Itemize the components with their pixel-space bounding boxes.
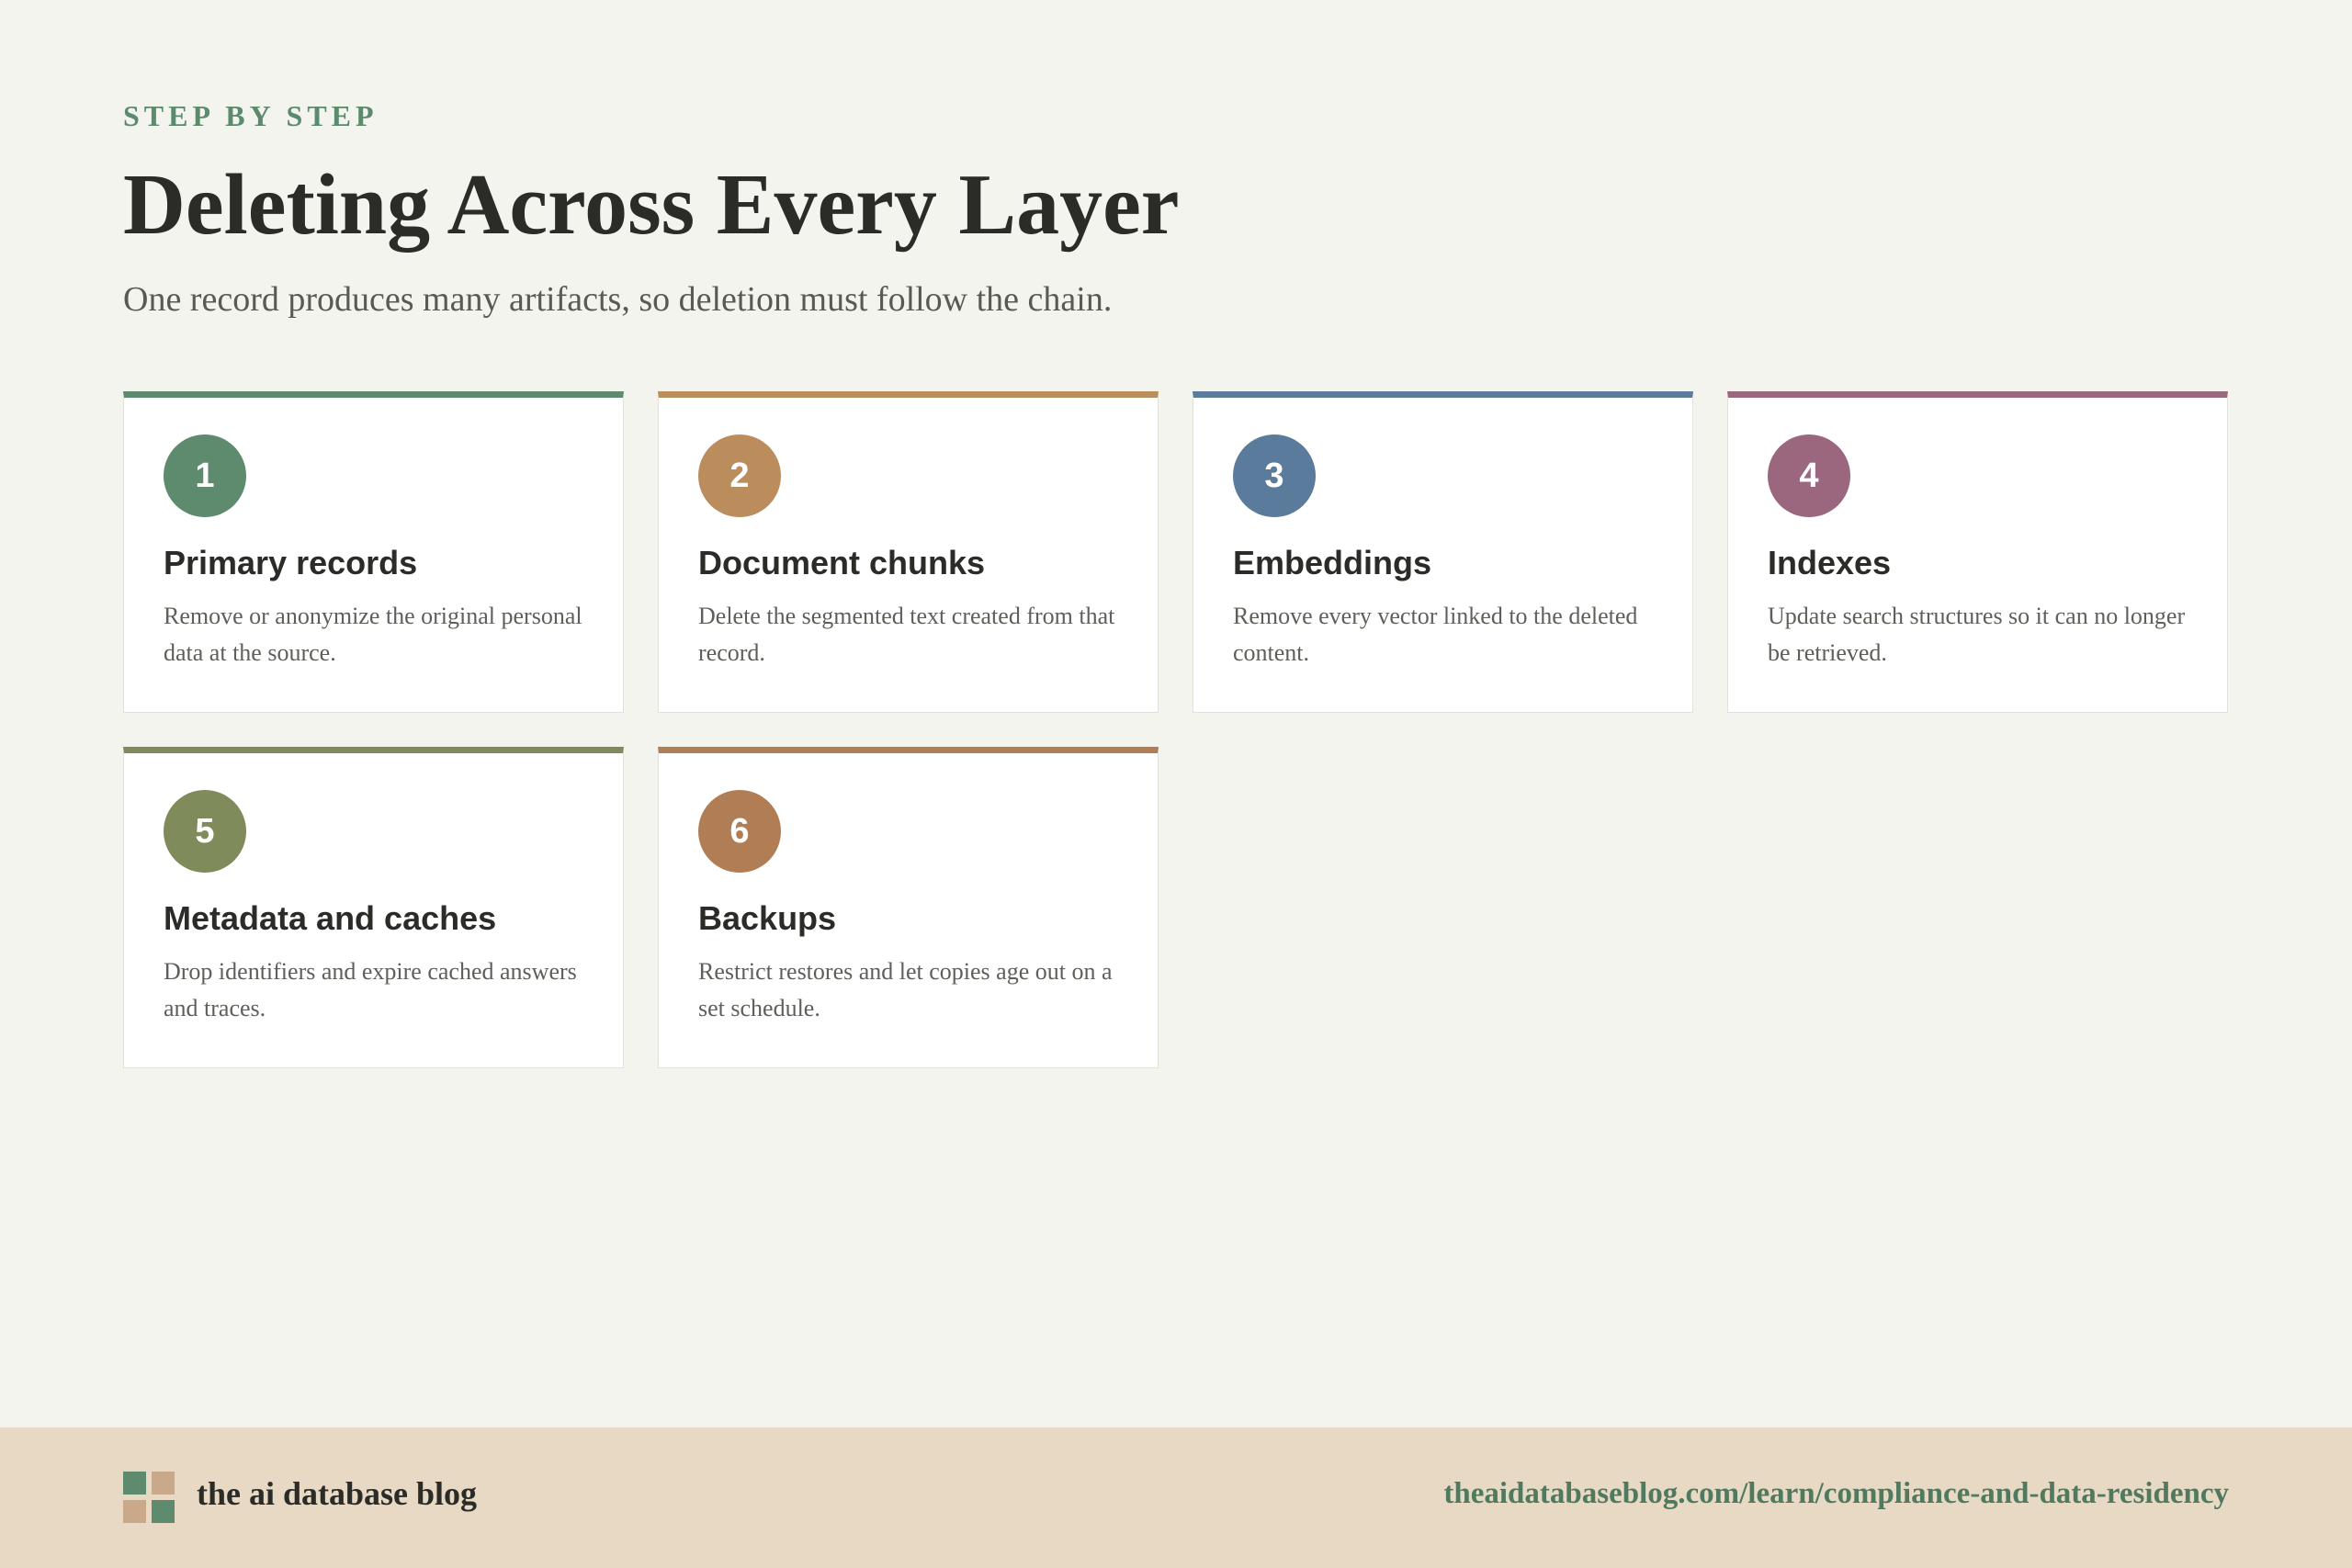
page-subtitle: One record produces many artifacts, so d…	[123, 280, 1113, 319]
step-number-badge: 6	[698, 790, 781, 873]
step-number-badge: 5	[164, 790, 246, 873]
logo-square-top-right	[152, 1472, 175, 1495]
step-title: Backups	[698, 899, 837, 937]
step-description: Delete the segmented text created from t…	[698, 603, 1115, 666]
step-number-badge: 1	[164, 434, 246, 517]
logo-square-bottom-right	[152, 1500, 175, 1523]
page-footer: the ai database blog theaidatabaseblog.c…	[0, 1427, 2352, 1568]
step-title: Embeddings	[1233, 544, 1432, 581]
step-card-4: 4 Indexes Update search structures so it…	[1727, 391, 2228, 713]
step-number-badge: 2	[698, 434, 781, 517]
step-card-3: 3 Embeddings Remove every vector linked …	[1193, 391, 1693, 713]
steps-grid: 1 Primary records Remove or anonymize th…	[123, 391, 2230, 1068]
step-description: Drop identifiers and expire cached answe…	[164, 958, 577, 1021]
step-description: Update search structures so it can no lo…	[1768, 603, 2186, 666]
step-card-6: 6 Backups Restrict restores and let copi…	[658, 747, 1159, 1068]
step-description: Remove or anonymize the original persona…	[164, 603, 582, 666]
page-url-link[interactable]: theaidatabaseblog.com/learn/compliance-a…	[1443, 1479, 2229, 1509]
step-description: Restrict restores and let copies age out…	[698, 958, 1113, 1021]
step-card-5: 5 Metadata and caches Drop identifiers a…	[123, 747, 624, 1068]
step-card-2: 2 Document chunks Delete the segmented t…	[658, 391, 1159, 713]
blog-brand-name: the ai database blog	[197, 1475, 478, 1512]
step-title: Primary records	[164, 544, 418, 581]
step-number-badge: 4	[1768, 434, 1850, 517]
step-title: Indexes	[1768, 544, 1892, 581]
eyebrow-label: STEP BY STEP	[123, 99, 379, 132]
step-title: Document chunks	[698, 544, 986, 581]
page-title: Deleting Across Every Layer	[123, 157, 1180, 253]
page-header: STEP BY STEP Deleting Across Every Layer…	[123, 101, 1180, 317]
step-title: Metadata and caches	[164, 899, 497, 937]
blog-logo-icon	[123, 1472, 175, 1523]
step-description: Remove every vector linked to the delete…	[1233, 603, 1638, 666]
logo-square-bottom-left	[123, 1500, 146, 1523]
step-number-badge: 3	[1233, 434, 1316, 517]
step-card-1: 1 Primary records Remove or anonymize th…	[123, 391, 624, 713]
logo-square-top-left	[123, 1472, 146, 1495]
